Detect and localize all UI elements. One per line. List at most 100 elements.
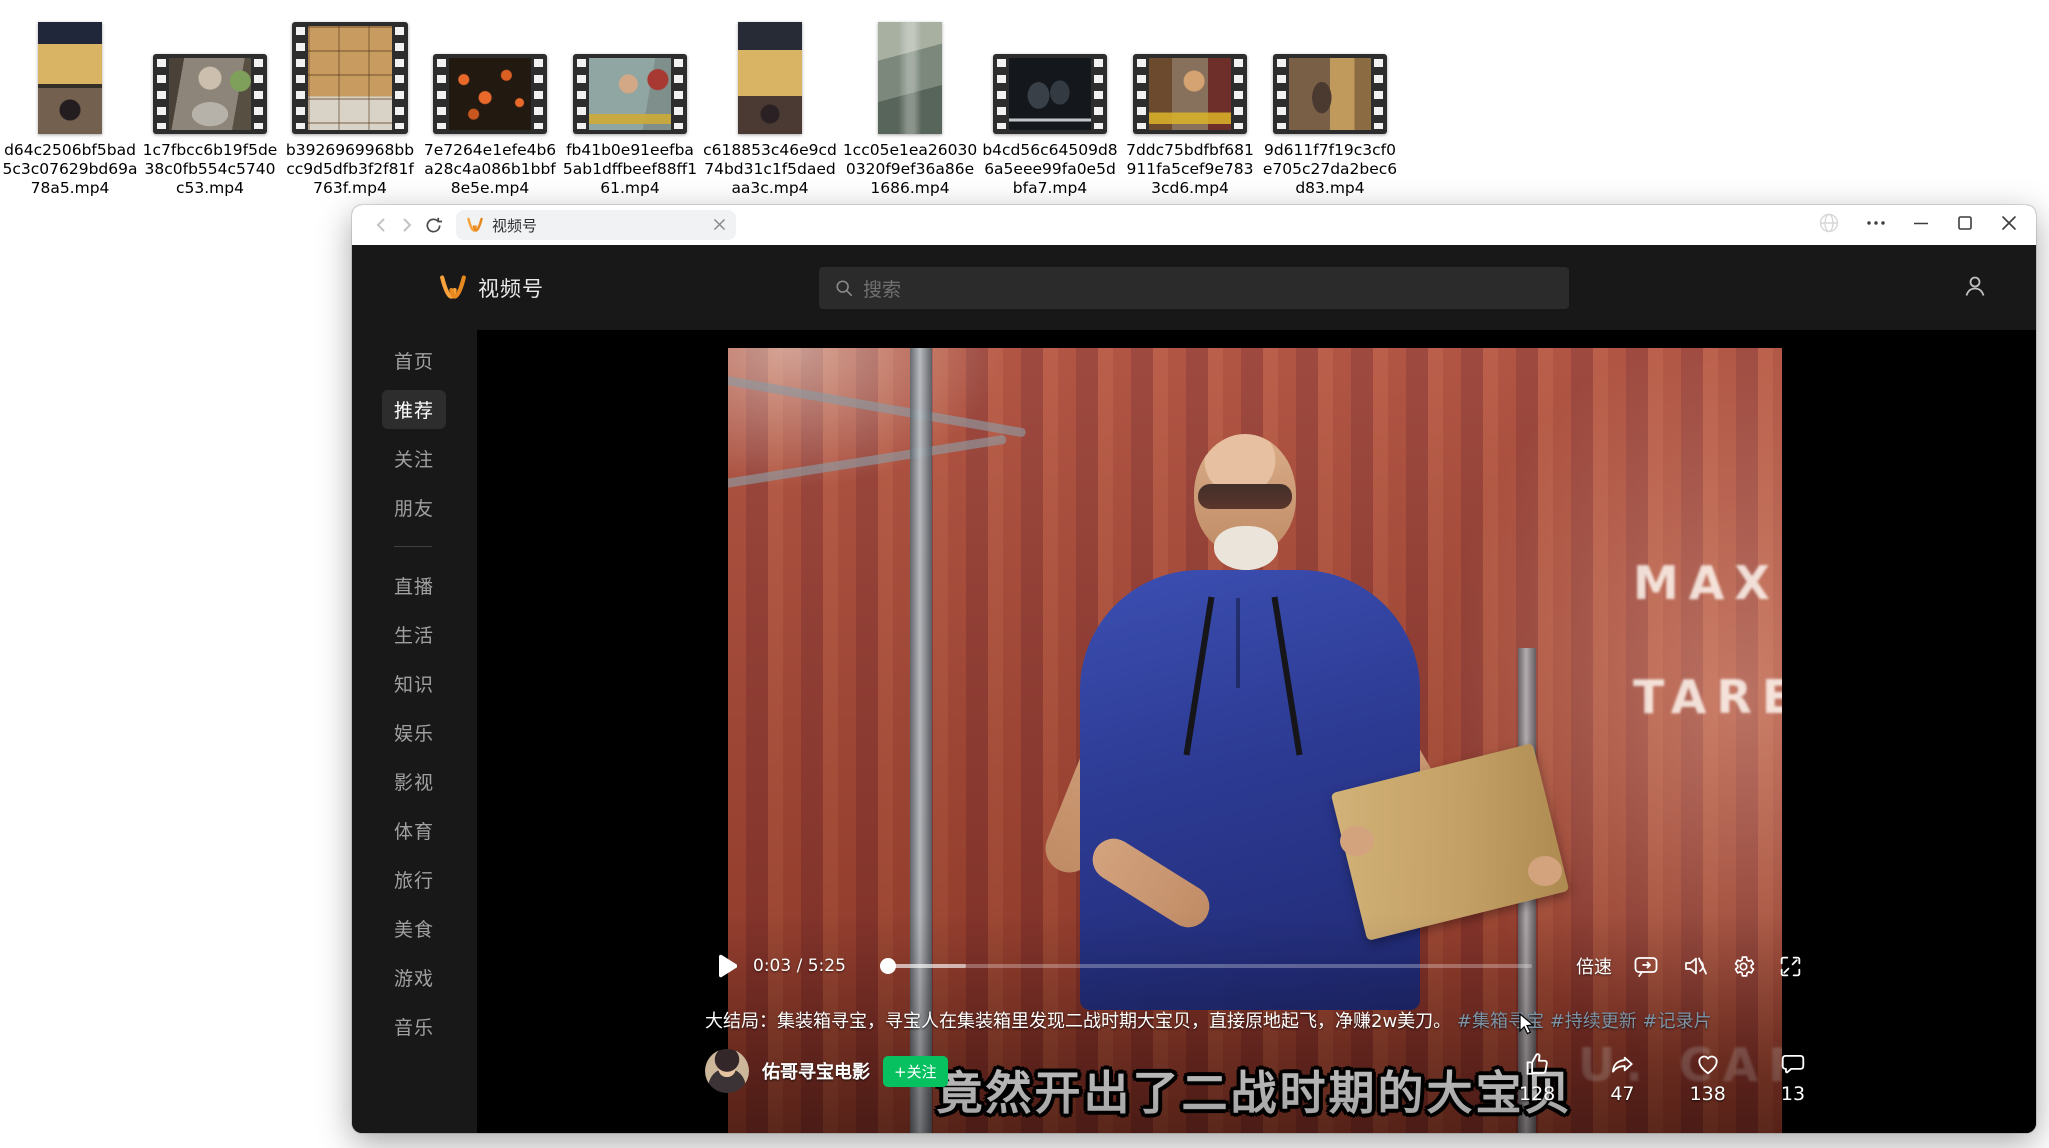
desktop-video-file[interactable]: 7ddc75bdfbf681911fa5cef9e7833cd6.mp4 — [1120, 14, 1260, 198]
share-icon — [1608, 1051, 1636, 1077]
thumbs-up-icon — [1523, 1051, 1551, 1077]
file-name: 9d611f7f19c3cf0e705c27da2bec6d83.mp4 — [1262, 141, 1398, 198]
browser-tab[interactable]: 视频号 — [456, 210, 736, 240]
muted-volume-icon[interactable] — [1683, 954, 1709, 978]
fullscreen-icon[interactable] — [1778, 954, 1803, 979]
comment-count: 13 — [1781, 1083, 1805, 1105]
share-count: 47 — [1610, 1083, 1634, 1105]
sidebar-item[interactable]: 音乐 — [394, 1002, 477, 1051]
share-action[interactable]: 47 — [1608, 1051, 1636, 1105]
desktop-video-file[interactable]: 9d611f7f19c3cf0e705c27da2bec6d83.mp4 — [1260, 14, 1400, 198]
sidebar-item[interactable]: 娱乐 — [394, 708, 477, 757]
danmaku-icon[interactable] — [1634, 954, 1661, 978]
like-count: 128 — [1519, 1083, 1555, 1105]
desktop-video-file[interactable]: 1c7fbcc6b19f5de38c0fb554c5740c53.mp4 — [140, 14, 280, 198]
heart-icon — [1694, 1051, 1722, 1077]
sidebar-item[interactable]: 生活 — [394, 610, 477, 659]
desktop-file-grid: d64c2506bf5bad5c3c07629bd69a78a5.mp4 1c7… — [0, 14, 1400, 198]
file-name: c618853c46e9cd74bd31c1f5daedaa3c.mp4 — [702, 141, 838, 198]
lanyard — [1184, 597, 1215, 756]
like-action[interactable]: 128 — [1519, 1051, 1555, 1105]
profile-icon[interactable] — [1962, 273, 1988, 303]
refresh-icon[interactable] — [420, 212, 446, 238]
man-arm — [1038, 676, 1157, 879]
minimize-icon[interactable] — [1912, 214, 1930, 236]
maximize-icon[interactable] — [1956, 214, 1974, 236]
desktop-video-file[interactable]: 1cc05e1ea260300320f9ef36a86e1686.mp4 — [840, 14, 980, 198]
sidebar-item[interactable]: 首页 — [394, 336, 477, 385]
tab-close-icon[interactable] — [713, 216, 726, 235]
man-torso — [1080, 570, 1420, 1010]
sidebar-item[interactable]: 旅行 — [394, 855, 477, 904]
author-name[interactable]: 佑哥寻宝电影 — [762, 1058, 870, 1084]
favorite-action[interactable]: 138 — [1690, 1051, 1726, 1105]
sidebar-item[interactable]: 美食 — [394, 904, 477, 953]
tab-title: 视频号 — [492, 215, 537, 236]
file-name: d64c2506bf5bad5c3c07629bd69a78a5.mp4 — [2, 141, 138, 198]
brand-title: 视频号 — [478, 273, 544, 303]
hand — [1528, 856, 1562, 886]
sidebar-item[interactable]: 影视 — [394, 757, 477, 806]
action-bar: 128 47 138 — [1519, 1051, 1807, 1105]
player-controls: 0:03 / 5:25 倍速 — [717, 949, 1803, 983]
account-row: 佑哥寻宝电影 +关注 — [705, 1049, 948, 1093]
comment-action[interactable]: 13 — [1779, 1051, 1807, 1105]
follow-button[interactable]: +关注 — [883, 1056, 948, 1087]
sidebar-item[interactable]: 关注 — [394, 434, 477, 483]
search-icon — [835, 279, 853, 297]
play-icon[interactable] — [717, 954, 737, 978]
file-name: 7e7264e1efe4b6a28c4a086b1bbf8e5e.mp4 — [422, 141, 558, 198]
more-options-icon[interactable] — [1866, 213, 1886, 237]
desktop-video-file[interactable]: b3926969968bbcc9d5dfb3f2f81f763f.mp4 — [280, 14, 420, 198]
window-titlebar: 视频号 — [352, 205, 2036, 245]
man-arm — [1332, 669, 1469, 858]
sunglasses — [1198, 484, 1292, 509]
sidebar-item[interactable]: 直播 — [394, 561, 477, 610]
desktop-video-file[interactable]: c618853c46e9cd74bd31c1f5daedaa3c.mp4 — [700, 14, 840, 198]
brand[interactable]: 视频号 — [438, 273, 544, 303]
progress-knob[interactable] — [880, 958, 896, 974]
playback-speed-button[interactable]: 倍速 — [1576, 953, 1612, 979]
comment-icon — [1779, 1051, 1807, 1077]
video-player[interactable]: MAX. G TARE U. CAP — [477, 330, 2036, 1133]
container-stencil-text: MAX. G — [1633, 556, 1782, 610]
scaffold-bar — [728, 371, 1026, 437]
sidebar-item[interactable]: 知识 — [394, 659, 477, 708]
video-thumbnail — [573, 54, 687, 134]
video-thumbnail — [993, 54, 1107, 134]
channels-logo-icon — [438, 274, 468, 301]
time-display: 0:03 / 5:25 — [753, 956, 846, 976]
man-head — [1194, 434, 1296, 554]
file-name: 7ddc75bdfbf681911fa5cef9e7833cd6.mp4 — [1122, 141, 1258, 198]
hand — [1340, 826, 1374, 856]
sidebar-item[interactable]: 推荐 — [394, 385, 477, 434]
video-thumbnail — [38, 22, 102, 134]
mouse-cursor — [1517, 1013, 1537, 1039]
desktop-video-file[interactable]: b4cd56c64509d86a5eee99fa0e5dbfa7.mp4 — [980, 14, 1120, 198]
close-icon[interactable] — [2000, 214, 2018, 236]
sidebar-item[interactable]: 游戏 — [394, 953, 477, 1002]
video-thumbnail — [878, 22, 942, 134]
video-thumbnail — [1273, 54, 1387, 134]
desktop-video-file[interactable]: fb41b0e91eefba5ab1dffbeef88ff161.mp4 — [560, 14, 700, 198]
video-description[interactable]: 大结局：集装箱寻宝，寻宝人在集装箱里发现二战时期大宝贝，直接原地起飞，净赚2w美… — [705, 1007, 1712, 1033]
beard — [1214, 526, 1278, 570]
globe-icon[interactable] — [1818, 212, 1840, 238]
sidebar-item[interactable]: 朋友 — [394, 483, 477, 532]
search-input[interactable]: 搜索 — [819, 267, 1569, 309]
sidebar-divider — [394, 546, 432, 547]
forward-icon[interactable] — [394, 212, 420, 238]
back-icon[interactable] — [368, 212, 394, 238]
sidebar-item[interactable]: 体育 — [394, 806, 477, 855]
lanyard — [1272, 597, 1303, 756]
settings-gear-icon[interactable] — [1731, 954, 1756, 979]
video-thumbnail — [1133, 54, 1247, 134]
hashtags[interactable]: #集箱寻宝 #持续更新 #记录片 — [1457, 1011, 1712, 1032]
desktop-video-file[interactable]: d64c2506bf5bad5c3c07629bd69a78a5.mp4 — [0, 14, 140, 198]
app-window: 视频号 — [352, 205, 2036, 1133]
avatar[interactable] — [705, 1049, 749, 1093]
file-name: b3926969968bbcc9d5dfb3f2f81f763f.mp4 — [282, 141, 418, 198]
desktop-video-file[interactable]: 7e7264e1efe4b6a28c4a086b1bbf8e5e.mp4 — [420, 14, 560, 198]
progress-bar[interactable] — [882, 964, 1532, 968]
scaffold-bar — [728, 435, 1007, 491]
